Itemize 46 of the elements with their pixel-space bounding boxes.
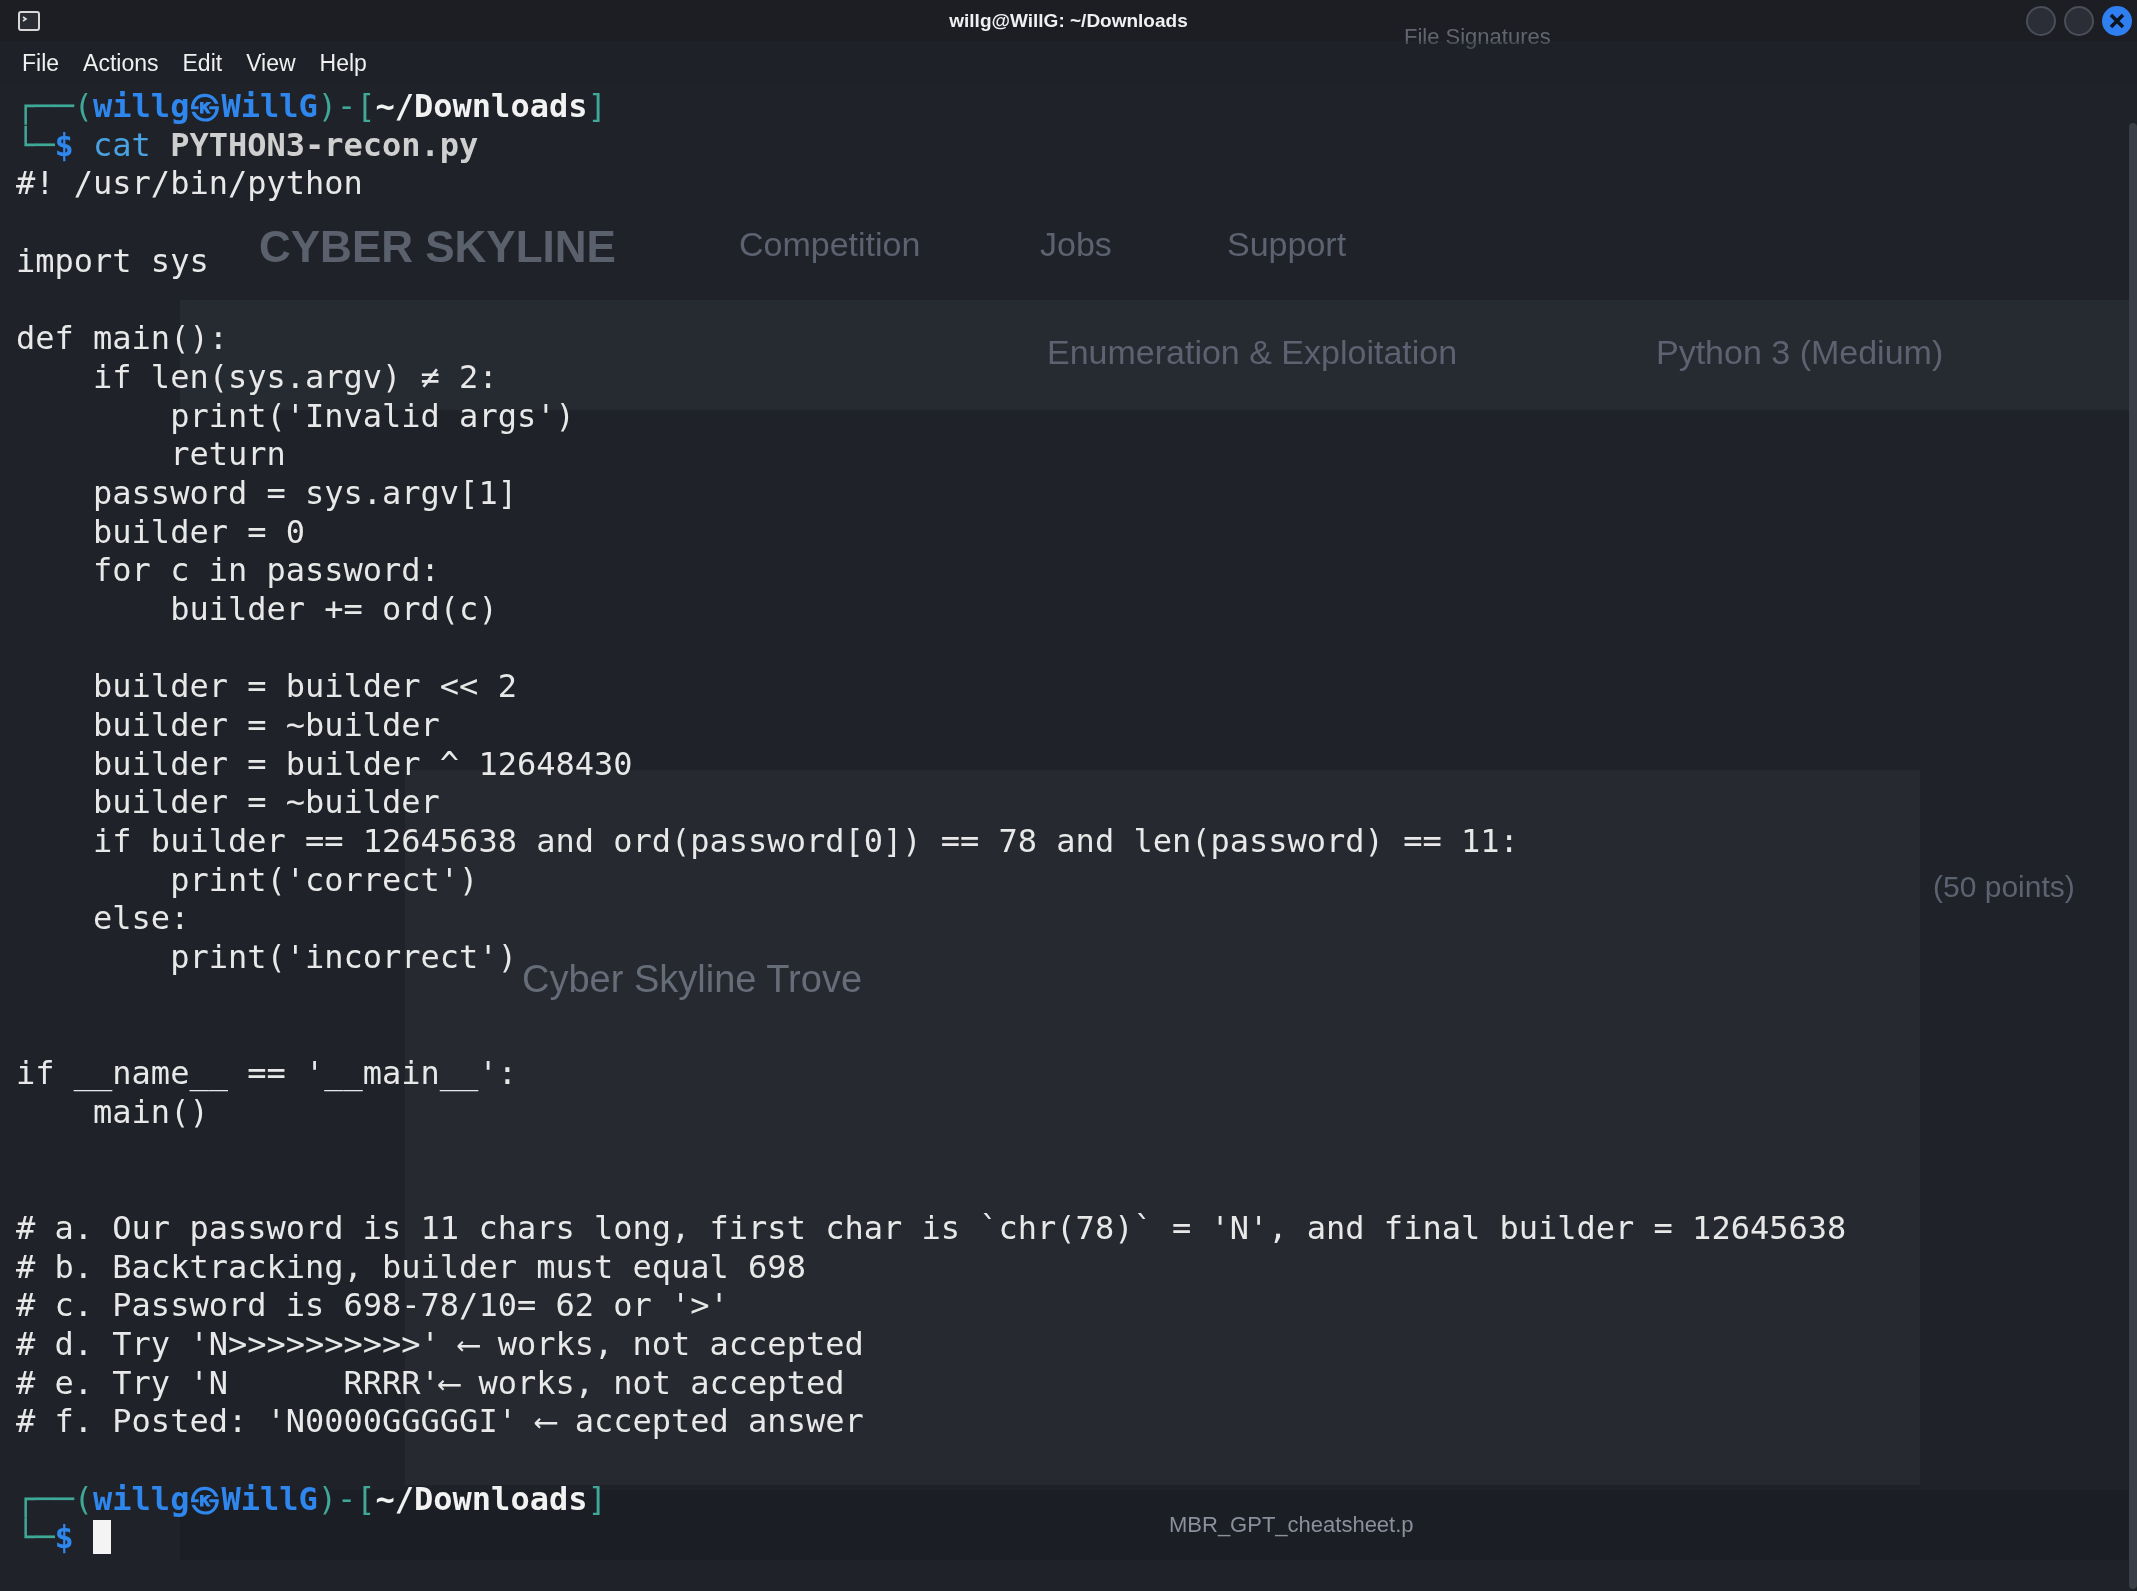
scrollbar[interactable] bbox=[2129, 123, 2137, 1589]
code-line: password = sys.argv[1] bbox=[92, 473, 517, 513]
code-line: print('incorrect') bbox=[169, 938, 517, 977]
code-line: print('Invalid args') bbox=[169, 396, 575, 436]
command-line: └─$ cat PYTHON3-recon.py bbox=[16, 125, 479, 165]
code-line: builder = ~builder bbox=[92, 783, 440, 823]
menu-item[interactable]: Help bbox=[307, 45, 379, 81]
shell-prompt: ┌──(willg㉿WillG)-[~/Downloads] bbox=[16, 87, 607, 125]
browser-tab[interactable]: MBR_GPT_cheatsheet.p bbox=[1169, 1512, 1414, 1538]
window-title: willg@WillG: ~/Downloads bbox=[949, 9, 1188, 32]
menu-item[interactable]: File bbox=[10, 45, 72, 81]
browser-tab[interactable]: File Signatures bbox=[1404, 24, 1551, 50]
code-line: builder += ord(c) bbox=[169, 589, 498, 629]
code-line: # e. Try 'N RRRR'⟵ works, not accepted bbox=[16, 1363, 845, 1403]
code-line: builder = builder ^ 12648430 bbox=[92, 744, 633, 784]
code-line: # b. Backtracking, builder must equal 698 bbox=[16, 1247, 806, 1287]
close-button[interactable] bbox=[2101, 4, 2133, 37]
code-line: if __name__ == '__main__': bbox=[16, 1054, 517, 1093]
code-line: if builder == 12645638 and ord(password[0]) == 78 and len(password) == 11: bbox=[92, 822, 1519, 861]
menu-item[interactable]: View bbox=[234, 45, 308, 81]
shell-prompt: ┌──(willg㉿WillG)-[~/Downloads] bbox=[16, 1479, 607, 1518]
code-line: # c. Password is 698-78/10= 62 or '>' bbox=[16, 1286, 729, 1325]
code-line: builder = builder << 2 bbox=[92, 667, 517, 706]
points-label: (50 points) bbox=[1933, 870, 2075, 904]
code-line: builder = 0 bbox=[92, 512, 305, 552]
code-line: def main(): bbox=[16, 319, 228, 358]
code-line: for c in password: bbox=[92, 551, 440, 590]
code-line: print('correct') bbox=[169, 860, 479, 900]
code-line: main() bbox=[92, 1092, 209, 1132]
code-line: return bbox=[169, 435, 286, 474]
code-line: import sys bbox=[16, 241, 209, 281]
code-line: #! /usr/bin/python bbox=[16, 164, 363, 204]
code-line: # f. Posted: 'N0000GGGGGI' ⟵ accepted answer bbox=[16, 1402, 864, 1442]
code-line: # a. Our password is 11 chars long, first char is `chr(78)` = 'N', and final builder = 12645638 bbox=[16, 1208, 1847, 1248]
code-line: else: bbox=[92, 899, 190, 939]
code-line: builder = ~builder bbox=[92, 706, 440, 745]
code-line: if len(sys.argv) ≠ 2: bbox=[92, 357, 498, 397]
minimize-button[interactable] bbox=[2025, 4, 2057, 37]
maximize-button[interactable] bbox=[2063, 4, 2095, 37]
site-logo: CYBER SKYLINE bbox=[259, 222, 616, 272]
menu-item[interactable]: Edit bbox=[170, 45, 235, 81]
terminal-icon bbox=[18, 10, 40, 31]
code-line: # d. Try 'N>>>>>>>>>>' ⟵ works, not accepted bbox=[16, 1325, 864, 1364]
menu-item[interactable]: Actions bbox=[71, 45, 171, 81]
prompt-symbol: └─$ bbox=[16, 1518, 74, 1558]
dialog-title: Cyber Skyline Trove bbox=[522, 958, 862, 1001]
